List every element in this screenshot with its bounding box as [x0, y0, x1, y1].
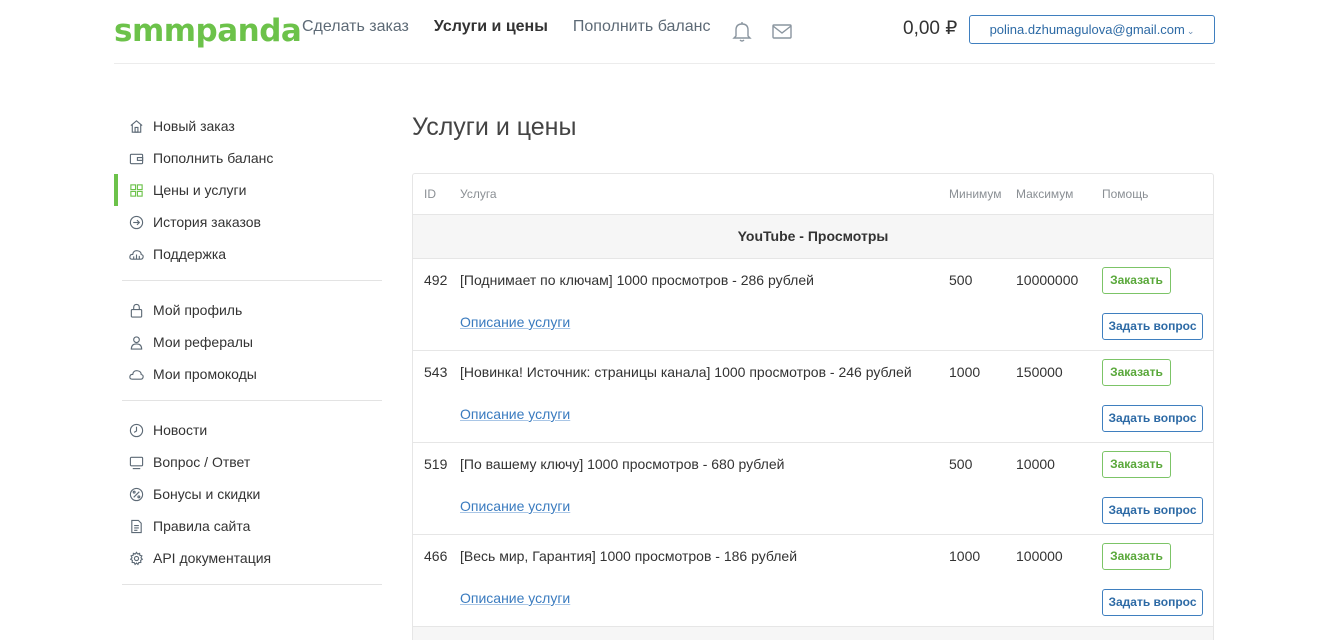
service-max: 10000000 — [1016, 272, 1079, 288]
sidebar-item-label: API документация — [153, 550, 272, 566]
sidebar-item-faq[interactable]: Вопрос / Ответ — [122, 446, 382, 478]
column-header-help: Помощь — [1102, 187, 1149, 201]
service-id: 543 — [424, 364, 448, 380]
service-min: 500 — [949, 272, 973, 288]
ask-question-button[interactable]: Задать вопрос — [1102, 313, 1203, 340]
sidebar-group-main: Новый заказ Пополнить баланс Цены и услу… — [114, 110, 382, 281]
sidebar-item-my-referrals[interactable]: Мои рефералы — [122, 326, 382, 358]
arrow-circle-icon — [129, 215, 144, 229]
service-min: 1000 — [949, 364, 981, 380]
sidebar-item-label: Мои рефералы — [153, 334, 253, 350]
sidebar-group-info: Новости Вопрос / Ответ Бонусы и скидки П… — [122, 414, 382, 585]
cloud-icon — [129, 369, 144, 380]
percent-icon — [129, 487, 144, 501]
user-account-dropdown[interactable]: polina.dzhumagulova@gmail.com ⌄ — [969, 15, 1215, 44]
sidebar-item-order-history[interactable]: История заказов — [122, 206, 382, 238]
nav-services-prices[interactable]: Услуги и цены — [434, 18, 548, 36]
service-name: [Новинка! Источник: страницы канала] 100… — [460, 364, 912, 380]
sidebar-item-my-profile[interactable]: Мой профиль — [122, 294, 382, 326]
table-header: ID Услуга Минимум Максимум Помощь — [413, 174, 1213, 215]
home-icon — [130, 119, 143, 133]
sidebar-item-label: Поддержка — [153, 246, 227, 262]
service-min: 1000 — [949, 548, 981, 564]
nav-top-up-balance[interactable]: Пополнить баланс — [573, 18, 711, 36]
column-header-service: Услуга — [460, 187, 497, 201]
service-description-link[interactable]: Описание услуги — [460, 590, 570, 606]
sidebar: Новый заказ Пополнить баланс Цены и услу… — [114, 110, 382, 598]
sidebar-item-rules[interactable]: Правила сайта — [122, 510, 382, 542]
sidebar-item-label: История заказов — [153, 214, 261, 230]
table-row: 543 [Новинка! Источник: страницы канала]… — [413, 351, 1213, 443]
mail-icon[interactable] — [771, 20, 793, 42]
sidebar-item-support[interactable]: Поддержка — [122, 238, 382, 270]
service-description-link[interactable]: Описание услуги — [460, 314, 570, 330]
logo[interactable]: smmpanda — [114, 13, 302, 49]
sidebar-item-my-promocodes[interactable]: Мои промокоды — [122, 358, 382, 390]
service-id: 492 — [424, 272, 448, 288]
balance-value: 0,00 ₽ — [903, 18, 958, 39]
lock-icon — [130, 303, 143, 318]
order-button[interactable]: Заказать — [1102, 451, 1171, 478]
sidebar-item-new-order[interactable]: Новый заказ — [122, 110, 382, 142]
service-description-link[interactable]: Описание услуги — [460, 406, 570, 422]
sidebar-item-news[interactable]: Новости — [122, 414, 382, 446]
sidebar-item-api-docs[interactable]: API документация — [122, 542, 382, 574]
service-id: 466 — [424, 548, 448, 564]
service-max: 150000 — [1016, 364, 1063, 380]
top-header: smmpanda Сделать заказ Услуги и цены Поп… — [114, 0, 1215, 64]
service-max: 100000 — [1016, 548, 1063, 564]
clock-icon — [129, 423, 144, 437]
table-row: 492 [Поднимает по ключам] 1000 просмотро… — [413, 259, 1213, 351]
next-category-row — [413, 627, 1213, 640]
user-icon — [130, 335, 143, 350]
table-row: 519 [По вашему ключу] 1000 просмотров - … — [413, 443, 1213, 535]
page-title: Услуги и цены — [412, 113, 577, 141]
sidebar-item-label: Бонусы и скидки — [153, 486, 261, 502]
service-max: 10000 — [1016, 456, 1055, 472]
sidebar-item-label: Правила сайта — [153, 518, 251, 534]
column-header-min: Минимум — [949, 187, 1002, 201]
sidebar-item-label: Вопрос / Ответ — [153, 454, 251, 470]
sidebar-item-label: Новый заказ — [153, 118, 235, 134]
service-name: [По вашему ключу] 1000 просмотров - 680 … — [460, 456, 785, 472]
order-button[interactable]: Заказать — [1102, 543, 1171, 570]
gear-icon — [129, 550, 144, 565]
sidebar-item-top-up[interactable]: Пополнить баланс — [122, 142, 382, 174]
service-id: 519 — [424, 456, 448, 472]
sidebar-item-label: Новости — [153, 422, 208, 438]
monitor-icon — [129, 456, 144, 469]
sidebar-item-label: Мой профиль — [153, 302, 243, 318]
service-description-link[interactable]: Описание услуги — [460, 498, 570, 514]
sidebar-item-label: Цены и услуги — [153, 182, 247, 198]
ask-question-button[interactable]: Задать вопрос — [1102, 497, 1203, 524]
sidebar-item-bonuses[interactable]: Бонусы и скидки — [122, 478, 382, 510]
chart-cloud-icon — [129, 249, 144, 260]
column-header-id: ID — [424, 187, 436, 201]
service-name: [Весь мир, Гарантия] 1000 просмотров - 1… — [460, 548, 798, 564]
service-min: 500 — [949, 456, 973, 472]
order-button[interactable]: Заказать — [1102, 359, 1171, 386]
category-row: YouTube - Просмотры — [413, 215, 1213, 259]
user-email: polina.dzhumagulova@gmail.com — [989, 22, 1185, 37]
ask-question-button[interactable]: Задать вопрос — [1102, 589, 1203, 616]
service-name: [Поднимает по ключам] 1000 просмотров - … — [460, 272, 814, 288]
services-table: ID Услуга Минимум Максимум Помощь YouTub… — [412, 173, 1214, 640]
nav-make-order[interactable]: Сделать заказ — [302, 18, 409, 36]
sidebar-item-prices-services[interactable]: Цены и услуги — [114, 174, 382, 206]
table-row: 466 [Весь мир, Гарантия] 1000 просмотров… — [413, 535, 1213, 627]
order-button[interactable]: Заказать — [1102, 267, 1171, 294]
ask-question-button[interactable]: Задать вопрос — [1102, 405, 1203, 432]
document-icon — [131, 519, 142, 533]
column-header-max: Максимум — [1016, 187, 1074, 201]
grid-icon — [130, 183, 143, 197]
sidebar-group-profile: Мой профиль Мои рефералы Мои промокоды — [122, 294, 382, 401]
main-nav: Сделать заказ Услуги и цены Пополнить ба… — [302, 18, 735, 36]
chevron-down-icon: ⌄ — [1186, 26, 1195, 36]
sidebar-item-label: Мои промокоды — [153, 366, 257, 382]
wallet-icon — [129, 153, 144, 164]
sidebar-item-label: Пополнить баланс — [153, 150, 274, 166]
bell-icon[interactable] — [731, 20, 753, 42]
